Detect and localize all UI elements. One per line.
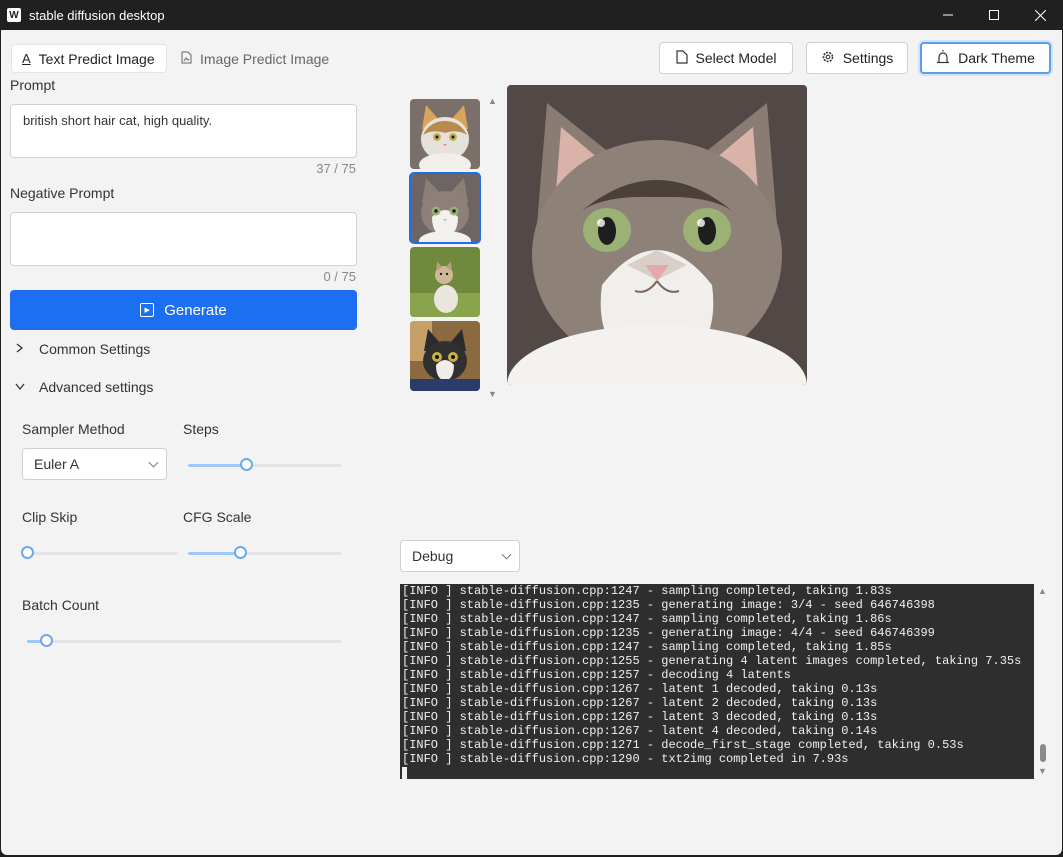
log-line: [INFO ] stable-diffusion.cpp:1257 - deco… (402, 668, 791, 682)
chevron-right-icon (13, 342, 27, 356)
settings-label: Settings (842, 50, 894, 66)
thumbnail-image-3[interactable] (410, 247, 480, 317)
cfg-scale-label: CFG Scale (183, 509, 252, 525)
steps-slider[interactable] (188, 458, 341, 472)
sampler-method-label: Sampler Method (22, 421, 125, 437)
tab-image-predict-image[interactable]: Image Predict Image (171, 44, 339, 73)
chevron-down-icon (501, 549, 512, 560)
app-client-area: A Text Predict Image Image Predict Image… (1, 30, 1062, 855)
batch-count-label: Batch Count (22, 597, 100, 613)
steps-label: Steps (183, 421, 219, 437)
play-icon: ▶ (140, 303, 155, 317)
thumbnail-image-2[interactable] (409, 172, 481, 244)
dark-theme-button[interactable]: Dark Theme (920, 42, 1051, 74)
slider-thumb[interactable] (21, 546, 34, 559)
gear-icon (821, 50, 835, 67)
text-cursor (402, 766, 407, 779)
image-file-icon (181, 51, 192, 67)
thumbnail-image-4[interactable] (410, 321, 480, 391)
slider-thumb[interactable] (234, 546, 248, 559)
window-title: stable diffusion desktop (29, 7, 165, 23)
close-icon[interactable] (1017, 0, 1063, 30)
log-line: [INFO ] stable-diffusion.cpp:1267 - late… (402, 696, 878, 710)
thumbnail-gallery (409, 85, 505, 405)
prompt-counter: 37 / 75 (316, 161, 356, 176)
log-line: [INFO ] stable-diffusion.cpp:1247 - samp… (402, 640, 892, 654)
tab-label: Text Predict Image (38, 50, 155, 67)
gallery-scroll-up-icon[interactable]: ▲ (488, 96, 497, 106)
text-icon: A (22, 51, 31, 66)
thumbnail-image-1[interactable] (410, 99, 480, 169)
alarm-light-icon (936, 49, 950, 67)
log-scrollbar[interactable]: ▲ ▼ (1036, 584, 1050, 779)
log-line: [INFO ] stable-diffusion.cpp:1290 - txt2… (402, 752, 849, 766)
log-scroll-up-icon[interactable]: ▲ (1038, 586, 1047, 596)
log-line: [INFO ] stable-diffusion.cpp:1235 - gene… (402, 598, 935, 612)
log-console[interactable]: [INFO ] stable-diffusion.cpp:1247 - samp… (400, 584, 1034, 779)
advanced-settings-toggle[interactable]: Advanced settings (13, 379, 153, 395)
app-logo-icon: W (7, 8, 21, 22)
log-scroll-down-icon[interactable]: ▼ (1038, 766, 1047, 776)
tab-label: Image Predict Image (200, 50, 330, 67)
log-level-value: Debug (412, 548, 454, 564)
select-model-label: Select Model (695, 50, 777, 66)
slider-thumb[interactable] (240, 458, 254, 471)
log-line: [INFO ] stable-diffusion.cpp:1247 - samp… (402, 612, 892, 626)
prompt-input[interactable]: british short hair cat, high quality. (10, 104, 357, 158)
log-level-select[interactable]: Debug (400, 540, 520, 572)
cfg-scale-slider[interactable] (188, 546, 341, 560)
chevron-down-icon (13, 380, 27, 394)
log-line: [INFO ] stable-diffusion.cpp:1255 - gene… (402, 654, 1022, 668)
advanced-settings-label: Advanced settings (39, 379, 154, 395)
clip-skip-slider[interactable] (21, 546, 178, 560)
slider-thumb[interactable] (39, 634, 53, 647)
file-icon (675, 49, 688, 67)
dark-theme-label: Dark Theme (958, 50, 1035, 66)
negative-prompt-label: Negative Prompt (10, 185, 115, 201)
generate-button[interactable]: ▶ Generate (10, 290, 357, 330)
common-settings-toggle[interactable]: Common Settings (13, 341, 150, 357)
generate-label: Generate (164, 301, 227, 319)
log-line: [INFO ] stable-diffusion.cpp:1247 - samp… (402, 584, 892, 598)
negative-prompt-counter: 0 / 75 (323, 269, 356, 284)
title-bar: W stable diffusion desktop (0, 0, 1063, 30)
select-model-button[interactable]: Select Model (659, 42, 793, 74)
clip-skip-label: Clip Skip (22, 509, 78, 525)
settings-button[interactable]: Settings (806, 42, 908, 74)
maximize-icon[interactable] (971, 0, 1017, 30)
prompt-label: Prompt (10, 77, 56, 93)
batch-count-slider[interactable] (27, 634, 341, 648)
log-line: [INFO ] stable-diffusion.cpp:1267 - late… (402, 724, 878, 738)
negative-prompt-input[interactable] (10, 212, 357, 266)
log-line: [INFO ] stable-diffusion.cpp:1271 - deco… (402, 738, 964, 752)
common-settings-label: Common Settings (39, 341, 151, 357)
log-line: [INFO ] stable-diffusion.cpp:1235 - gene… (402, 626, 935, 640)
log-line: [INFO ] stable-diffusion.cpp:1267 - late… (402, 710, 878, 724)
generated-image-preview (507, 85, 807, 385)
tab-text-predict-image[interactable]: A Text Predict Image (11, 44, 167, 73)
gallery-scroll-down-icon[interactable]: ▼ (488, 389, 497, 399)
chevron-down-icon (148, 457, 159, 468)
log-scroll-thumb[interactable] (1040, 744, 1046, 762)
sampler-method-value: Euler A (34, 456, 80, 472)
sampler-method-select[interactable]: Euler A (22, 448, 167, 480)
minimize-icon[interactable] (925, 0, 971, 30)
log-line: [INFO ] stable-diffusion.cpp:1267 - late… (402, 682, 878, 696)
